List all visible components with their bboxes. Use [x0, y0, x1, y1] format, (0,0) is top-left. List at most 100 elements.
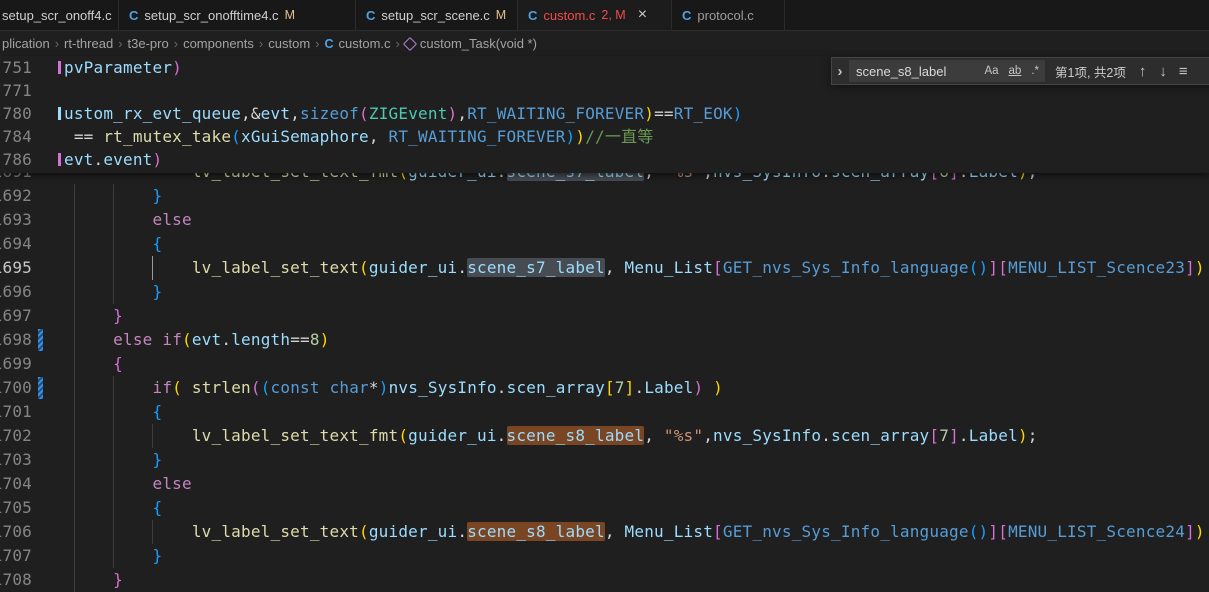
code-line-1693[interactable]: 1693 else	[0, 208, 1209, 232]
breadcrumb-label: rt-thread	[64, 36, 113, 51]
clipped-char-sliver	[58, 153, 61, 166]
c-file-icon: C	[325, 37, 334, 51]
breadcrumb-separator-icon: ›	[259, 36, 263, 51]
code-text: }	[64, 304, 123, 328]
find-input-wrap: Aa ab .*	[849, 60, 1045, 82]
line-number-1695[interactable]: 1695	[0, 256, 32, 280]
sticky-line-780[interactable]: 780 ustom_rx_evt_queue,&evt,sizeof(ZIGEve…	[0, 102, 1209, 125]
breadcrumb-separator-icon: ›	[55, 36, 59, 51]
code-text: lv_label_set_text(guider_ui.scene_s8_lab…	[64, 520, 1205, 544]
find-results-count: 第1项, 共2项	[1055, 62, 1126, 81]
tab-setup_scr_onoff4.c[interactable]: setup_scr_onoff4.cM	[0, 0, 119, 30]
git-modified-marker	[38, 377, 43, 399]
code-line-1706[interactable]: 1706 lv_label_set_text(guider_ui.scene_s…	[0, 520, 1209, 544]
breadcrumb-item-custom_Task(void *)[interactable]: custom_Task(void *)	[405, 36, 537, 51]
code-text: else	[64, 208, 192, 232]
find-in-selection-icon[interactable]: ≡	[1179, 63, 1188, 80]
code-line-1700[interactable]: 1700 if( strlen((const char*)nvs_SysInfo…	[0, 376, 1209, 400]
line-number-1704[interactable]: 1704	[0, 472, 32, 496]
tab-badge: M	[285, 8, 295, 22]
code-text: {	[64, 400, 162, 424]
line-number-1700[interactable]: 1700	[0, 376, 32, 400]
line-number-1693[interactable]: 1693	[0, 208, 32, 232]
code-line-1703[interactable]: 1703 }	[0, 448, 1209, 472]
code-text: {	[64, 232, 162, 256]
breadcrumb-item-plication[interactable]: plication	[2, 36, 50, 51]
git-modified-marker	[38, 329, 43, 351]
code-line-1695[interactable]: 1695 lv_label_set_text(guider_ui.scene_s…	[0, 256, 1209, 280]
tab-setup_scr_scene.c[interactable]: Csetup_scr_scene.cM	[356, 0, 518, 30]
breadcrumb-label: components	[183, 36, 254, 51]
code-line-1704[interactable]: 1704 else	[0, 472, 1209, 496]
whole-word-icon[interactable]: ab	[1006, 64, 1025, 78]
code-text: }	[64, 184, 162, 208]
regex-icon[interactable]: .*	[1028, 64, 1042, 78]
sticky-code-text: ustom_rx_evt_queue,&evt,sizeof(ZIGEvent)…	[64, 102, 743, 125]
line-number-1699[interactable]: 1699	[0, 352, 32, 376]
tab-setup_scr_onofftime4.c[interactable]: Csetup_scr_onofftime4.cM	[119, 0, 356, 30]
line-number-1697[interactable]: 1697	[0, 304, 32, 328]
breadcrumb-item-rt-thread[interactable]: rt-thread	[64, 36, 113, 51]
code-text: {	[64, 496, 162, 520]
sticky-line-784[interactable]: 784 == rt_mutex_take(xGuiSemaphore, RT_W…	[0, 125, 1209, 148]
sticky-code-text: evt.event)	[64, 148, 162, 171]
code-line-1708[interactable]: 1708 }	[0, 568, 1209, 592]
sticky-line-number: 784	[0, 125, 32, 148]
code-text: {	[64, 352, 123, 376]
word-highlight: scene_s7_label	[467, 258, 605, 277]
line-number-1703[interactable]: 1703	[0, 448, 32, 472]
toggle-replace-chevron-icon[interactable]: ›	[832, 63, 848, 80]
code-line-1698[interactable]: 1698 else if(evt.length==8)	[0, 328, 1209, 352]
breadcrumb-item-custom[interactable]: custom	[268, 36, 310, 51]
c-file-icon: C	[129, 8, 138, 23]
clipped-char-sliver	[58, 107, 61, 120]
sticky-line-number: 780	[0, 102, 32, 125]
breadcrumb-separator-icon: ›	[118, 36, 122, 51]
breadcrumb-label: t3e-pro	[128, 36, 169, 51]
line-number-1701[interactable]: 1701	[0, 400, 32, 424]
line-number-1698[interactable]: 1698	[0, 328, 32, 352]
breadcrumb-item-components[interactable]: components	[183, 36, 254, 51]
line-number-1696[interactable]: 1696	[0, 280, 32, 304]
code-line-1692[interactable]: 1692 }	[0, 184, 1209, 208]
code-text: lv_label_set_text_fmt(guider_ui.scene_s8…	[64, 424, 1038, 448]
code-line-1707[interactable]: 1707 }	[0, 544, 1209, 568]
code-line-1705[interactable]: 1705 {	[0, 496, 1209, 520]
code-text: else if(evt.length==8)	[64, 328, 330, 352]
code-line-1696[interactable]: 1696 }	[0, 280, 1209, 304]
tab-protocol.c[interactable]: Cprotocol.c	[672, 0, 785, 30]
line-number-1692[interactable]: 1692	[0, 184, 32, 208]
find-widget: › Aa ab .* 第1项, 共2项 ↑ ↓ ≡	[831, 57, 1209, 85]
match-case-icon[interactable]: Aa	[981, 64, 1001, 78]
tab-label: custom.c	[543, 8, 595, 23]
breadcrumb-item-custom.c[interactable]: Ccustom.c	[325, 36, 391, 51]
sticky-line-number: 771	[0, 79, 32, 102]
code-text: }	[64, 544, 162, 568]
sticky-line-number: 751	[0, 56, 32, 79]
c-file-icon: C	[528, 8, 537, 23]
code-line-1702[interactable]: 1702 lv_label_set_text_fmt(guider_ui.sce…	[0, 424, 1209, 448]
breadcrumb: plication›rt-thread›t3e-pro›components›c…	[0, 31, 1209, 56]
breadcrumb-item-t3e-pro[interactable]: t3e-pro	[128, 36, 169, 51]
line-number-1707[interactable]: 1707	[0, 544, 32, 568]
code-line-1699[interactable]: 1699 {	[0, 352, 1209, 376]
sticky-line-786[interactable]: 786evt.event)	[0, 148, 1209, 171]
tab-badge: 2, M	[601, 8, 625, 22]
code-text: }	[64, 448, 162, 472]
line-number-1708[interactable]: 1708	[0, 568, 32, 592]
line-number-1694[interactable]: 1694	[0, 232, 32, 256]
line-number-1702[interactable]: 1702	[0, 424, 32, 448]
next-match-icon[interactable]: ↓	[1159, 63, 1167, 80]
close-tab-icon[interactable]: ×	[638, 7, 647, 23]
previous-match-icon[interactable]: ↑	[1139, 63, 1147, 80]
line-number-1705[interactable]: 1705	[0, 496, 32, 520]
tab-custom.c[interactable]: Ccustom.c 2, M ×	[518, 0, 672, 30]
code-editor[interactable]: 1691 lv_label_set_text_fmt(guider_ui.sce…	[0, 56, 1209, 588]
code-line-1701[interactable]: 1701 {	[0, 400, 1209, 424]
line-number-1706[interactable]: 1706	[0, 520, 32, 544]
tab-label: setup_scr_scene.c	[381, 8, 489, 23]
tab-label: protocol.c	[697, 8, 753, 23]
code-line-1697[interactable]: 1697 }	[0, 304, 1209, 328]
code-line-1694[interactable]: 1694 {	[0, 232, 1209, 256]
tab-badge: M	[496, 8, 506, 22]
